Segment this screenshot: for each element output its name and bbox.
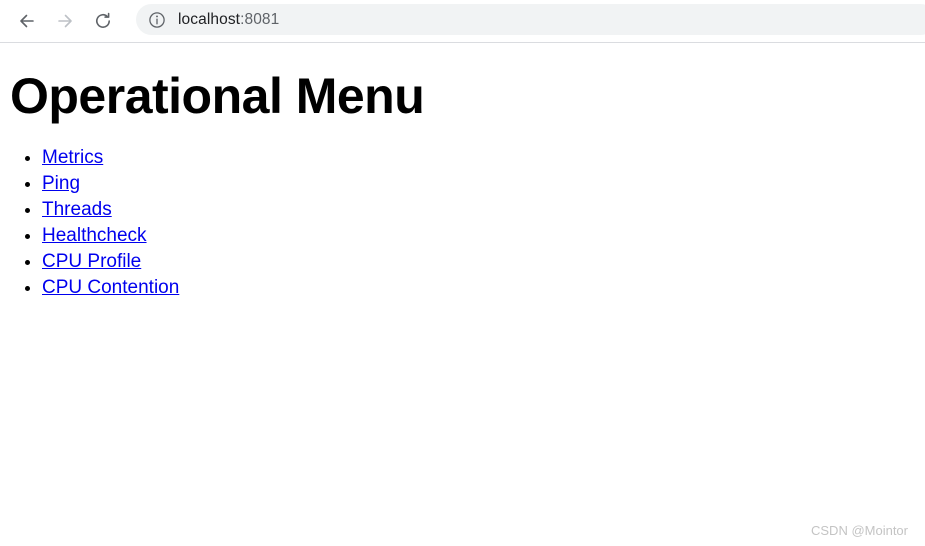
url-host: localhost [178, 10, 241, 28]
watermark: CSDN @Mointor [811, 523, 908, 538]
operational-menu-list: Metrics Ping Threads Healthcheck CPU Pro… [0, 145, 179, 301]
forward-button[interactable] [50, 6, 80, 36]
page-title: Operational Menu [10, 68, 425, 124]
info-circle-icon[interactable] [148, 11, 166, 29]
menu-link-metrics[interactable]: Metrics [42, 147, 103, 168]
page-content: Operational Menu Metrics Ping Threads He… [0, 44, 925, 546]
url-port: :8081 [240, 10, 280, 28]
menu-link-cpu-contention[interactable]: CPU Contention [42, 277, 179, 298]
list-item: CPU Profile [42, 249, 179, 275]
list-item: Ping [42, 171, 179, 197]
arrow-right-icon [55, 11, 75, 31]
back-button[interactable] [12, 6, 42, 36]
arrow-left-icon [17, 11, 37, 31]
list-item: Metrics [42, 145, 179, 171]
menu-link-threads[interactable]: Threads [42, 199, 112, 220]
list-item: Healthcheck [42, 223, 179, 249]
reload-button[interactable] [88, 6, 118, 36]
url-text: localhost:8081 [178, 11, 279, 29]
list-item: Threads [42, 197, 179, 223]
menu-link-healthcheck[interactable]: Healthcheck [42, 225, 147, 246]
list-item: CPU Contention [42, 275, 179, 301]
menu-link-cpu-profile[interactable]: CPU Profile [42, 251, 141, 272]
browser-toolbar: localhost:8081 [0, 0, 925, 43]
address-bar[interactable]: localhost:8081 [136, 4, 925, 35]
menu-link-ping[interactable]: Ping [42, 173, 80, 194]
reload-icon [93, 11, 113, 31]
